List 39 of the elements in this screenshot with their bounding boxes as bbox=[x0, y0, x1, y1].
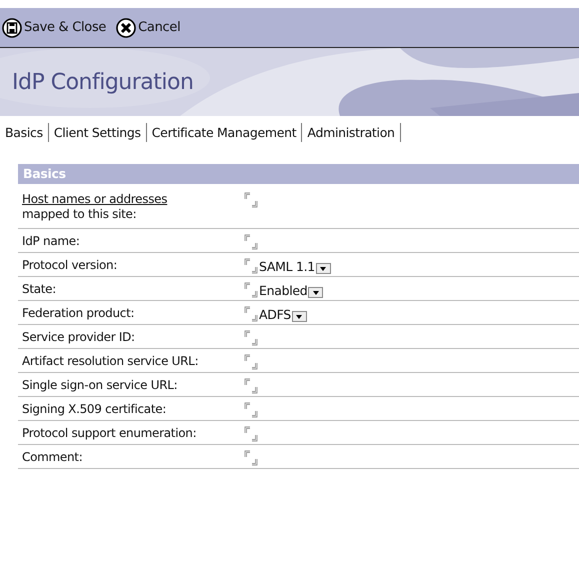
field-label: Protocol support enumeration: bbox=[21, 426, 198, 442]
field-marker-icon bbox=[244, 426, 258, 442]
tab[interactable]: Basics bbox=[0, 123, 49, 142]
help-link[interactable]: Host names or addresses bbox=[22, 192, 168, 206]
field-marker-icon bbox=[244, 234, 258, 250]
dropdown-button[interactable] bbox=[308, 287, 324, 298]
dropdown-button[interactable] bbox=[292, 311, 307, 322]
page-title: IdP Configuration bbox=[12, 70, 194, 95]
save-close-button[interactable]: Save & Close bbox=[2, 18, 106, 38]
field-label: mapped to this site: bbox=[22, 207, 136, 221]
field-label: Protocol version: bbox=[21, 258, 118, 274]
dropdown-value[interactable]: Enabled bbox=[259, 283, 308, 298]
field-marker-icon bbox=[244, 192, 258, 208]
field-marker-icon bbox=[244, 378, 258, 394]
field-label: Artifact resolution service URL: bbox=[21, 354, 200, 370]
tab[interactable]: Certificate Management bbox=[146, 123, 302, 142]
field-label: Comment: bbox=[21, 450, 84, 466]
field-marker-icon bbox=[244, 306, 258, 322]
tab[interactable]: Client Settings bbox=[48, 123, 147, 142]
field-marker-icon bbox=[244, 258, 258, 274]
field-marker-icon bbox=[244, 450, 258, 466]
field-label: Single sign-on service URL: bbox=[21, 378, 178, 394]
close-icon bbox=[116, 18, 136, 38]
dropdown-value[interactable]: ADFS bbox=[259, 307, 291, 322]
field-label: Service provider ID: bbox=[21, 330, 136, 346]
tab[interactable]: Administration bbox=[302, 123, 401, 142]
field-label: State: bbox=[21, 282, 58, 298]
field-marker-icon bbox=[244, 402, 258, 418]
dropdown-value[interactable]: SAML 1.1 bbox=[259, 259, 315, 274]
dropdown-button[interactable] bbox=[316, 263, 331, 274]
section-header: Basics bbox=[18, 164, 579, 184]
field-label: Federation product: bbox=[21, 306, 136, 322]
field-marker-icon bbox=[244, 354, 258, 370]
floppy-disk-icon bbox=[2, 18, 22, 38]
cancel-button[interactable]: Cancel bbox=[116, 18, 180, 38]
field-label: IdP name: bbox=[21, 234, 81, 250]
field-marker-icon bbox=[244, 330, 258, 346]
field-label: Signing X.509 certificate: bbox=[21, 402, 168, 418]
field-marker-icon bbox=[244, 282, 258, 298]
